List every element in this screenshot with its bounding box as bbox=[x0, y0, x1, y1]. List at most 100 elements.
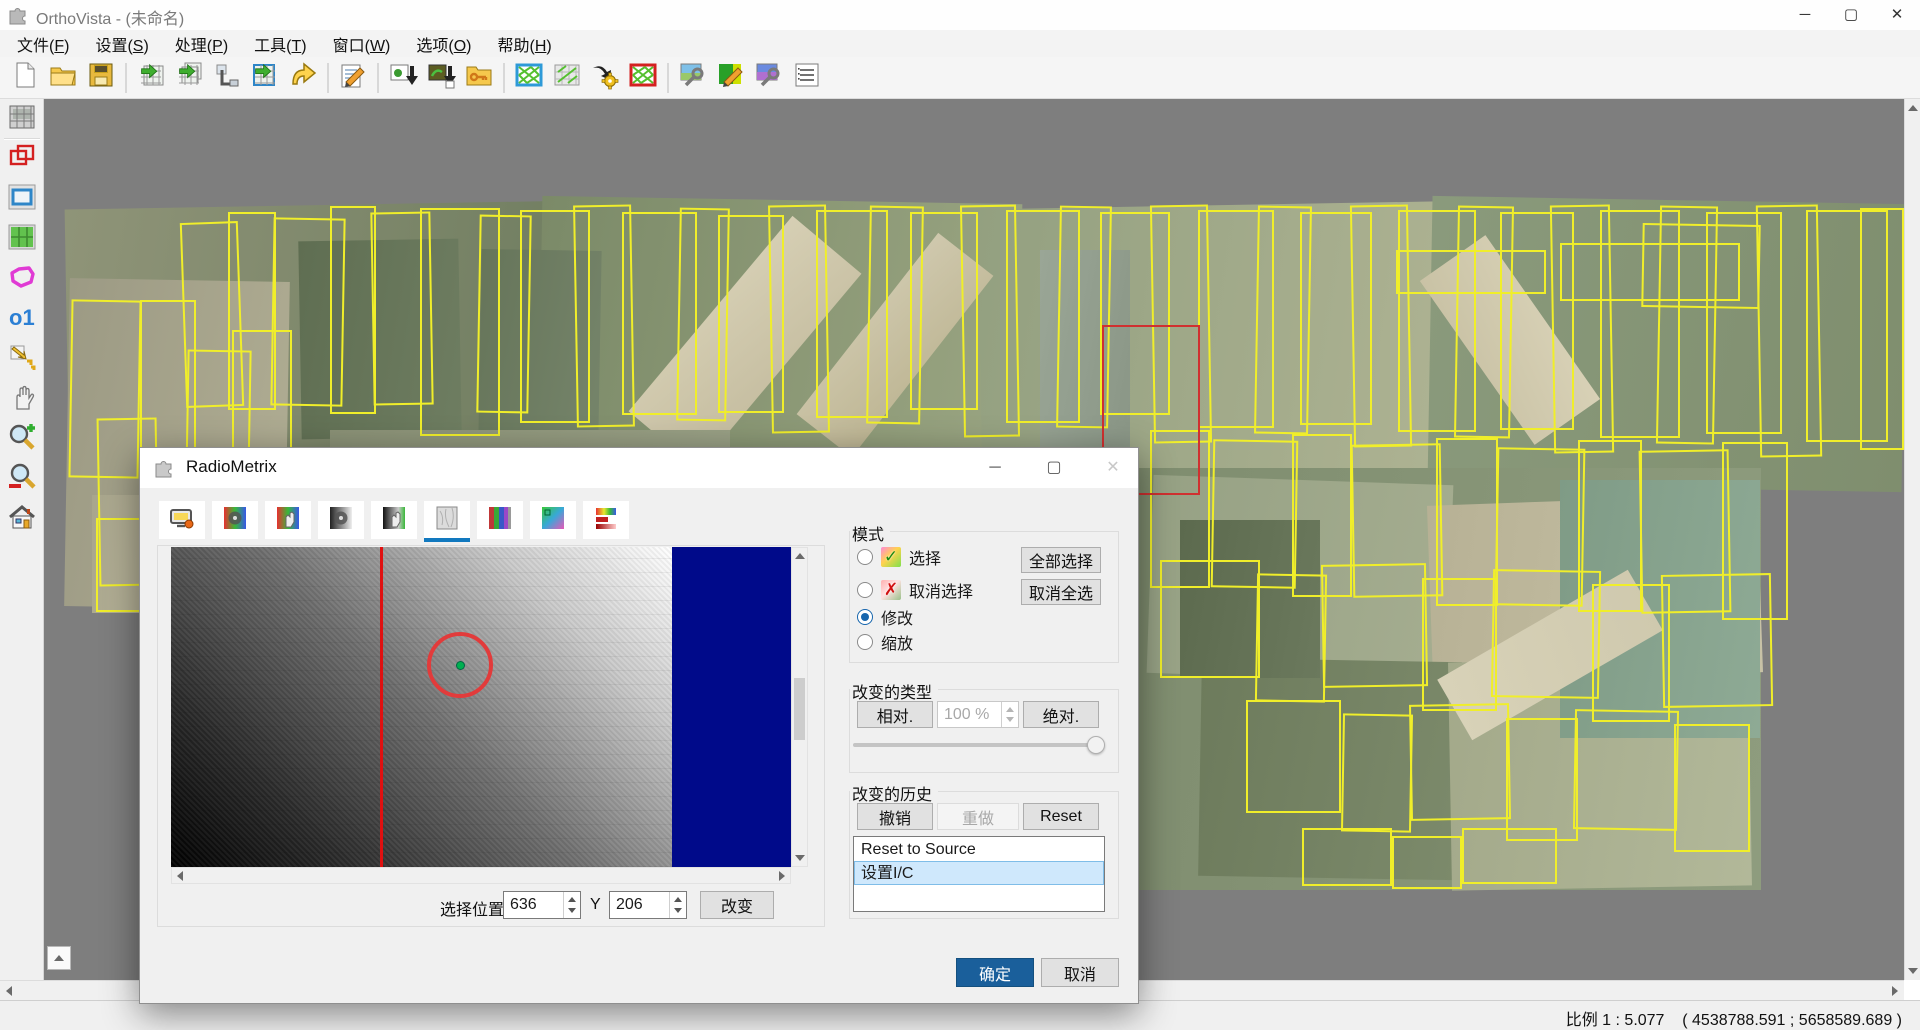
amount-slider[interactable] bbox=[853, 736, 1105, 754]
sidebar-tile-grid[interactable] bbox=[4, 221, 40, 257]
image-footprint[interactable] bbox=[1660, 573, 1774, 708]
percent-input[interactable]: 100 % bbox=[937, 701, 1019, 728]
image-footprint[interactable] bbox=[1396, 250, 1546, 294]
image-footprint[interactable] bbox=[1340, 713, 1414, 833]
cancel-button[interactable]: 取消 bbox=[1041, 958, 1119, 987]
mode-option-2[interactable]: ✗ 取消选择 bbox=[857, 578, 973, 602]
mode-option-1[interactable]: ✓ 选择 bbox=[857, 545, 941, 569]
history-list-item-1[interactable]: Reset to Source bbox=[854, 837, 1104, 861]
sidebar-mosaic-view[interactable] bbox=[4, 101, 40, 137]
radio-icon[interactable] bbox=[857, 634, 873, 650]
mode-option-4[interactable]: 缩放 bbox=[857, 630, 913, 654]
seam-edit-button[interactable] bbox=[624, 60, 662, 96]
image-footprint[interactable] bbox=[1506, 718, 1578, 841]
sidebar-footprints[interactable] bbox=[4, 141, 40, 177]
sidebar-zoom-fit[interactable] bbox=[4, 501, 40, 537]
image-adjust-button[interactable] bbox=[750, 60, 788, 96]
scroll-thumb[interactable] bbox=[794, 678, 805, 740]
scroll-left-icon[interactable] bbox=[172, 868, 188, 883]
report-list-button[interactable] bbox=[788, 60, 826, 96]
canvas-vertical-scrollbar[interactable] bbox=[791, 547, 808, 867]
image-footprint[interactable] bbox=[1462, 828, 1557, 884]
radio-icon[interactable] bbox=[857, 549, 873, 565]
position-y-input[interactable]: 206 bbox=[609, 891, 687, 919]
export-button[interactable] bbox=[284, 60, 322, 96]
close-button[interactable]: ✕ bbox=[1874, 0, 1920, 30]
menu-item-f[interactable]: 文件(F) bbox=[4, 30, 82, 58]
dialog-tab-1[interactable] bbox=[159, 501, 205, 539]
edit-project-button[interactable] bbox=[334, 60, 372, 96]
dialog-maximize-button[interactable]: ▢ bbox=[1031, 448, 1077, 488]
sidebar-pan[interactable] bbox=[4, 381, 40, 417]
change-button[interactable]: 改变 bbox=[700, 891, 774, 919]
dialog-tab-8[interactable] bbox=[530, 501, 576, 539]
relative-button[interactable]: 相对. bbox=[857, 701, 933, 728]
dialog-tab-2[interactable] bbox=[212, 501, 258, 539]
image-footprint[interactable] bbox=[1392, 836, 1462, 889]
image-footprint[interactable] bbox=[1860, 208, 1904, 450]
history-list[interactable]: Reset to Source 设置I/C bbox=[853, 836, 1105, 912]
undo-button[interactable]: 撤销 bbox=[857, 803, 933, 830]
image-footprint[interactable] bbox=[1674, 724, 1750, 852]
deselect-all-button[interactable]: 取消全选 bbox=[1021, 579, 1101, 605]
save-image-button[interactable] bbox=[384, 60, 422, 96]
position-x-input[interactable]: 636 bbox=[503, 891, 581, 919]
absolute-button[interactable]: 绝对. bbox=[1023, 701, 1099, 728]
image-footprint[interactable] bbox=[1246, 700, 1341, 813]
image-footprint[interactable] bbox=[1422, 578, 1497, 711]
sidebar-zoom-out[interactable] bbox=[4, 461, 40, 497]
keys-folder-button[interactable] bbox=[460, 60, 498, 96]
dialog-minimize-button[interactable]: ─ bbox=[972, 448, 1018, 488]
image-footprint[interactable] bbox=[1254, 573, 1328, 703]
import-image-button[interactable] bbox=[132, 60, 170, 96]
image-footprint[interactable] bbox=[1320, 563, 1429, 688]
image-tools-button[interactable] bbox=[674, 60, 712, 96]
sidebar-snap-corner[interactable] bbox=[4, 341, 40, 377]
minimize-button[interactable]: ─ bbox=[1782, 0, 1828, 30]
seam-view-button[interactable] bbox=[510, 60, 548, 96]
export-grid-button[interactable] bbox=[246, 60, 284, 96]
dialog-tab-3[interactable] bbox=[265, 501, 311, 539]
sidebar-polygon[interactable] bbox=[4, 261, 40, 297]
image-footprint[interactable] bbox=[1490, 569, 1602, 699]
sidebar-zoom-in[interactable] bbox=[4, 421, 40, 457]
dialog-tab-6[interactable] bbox=[424, 501, 470, 542]
menu-item-h[interactable]: 帮助(H) bbox=[485, 30, 565, 58]
reset-button[interactable]: Reset bbox=[1023, 803, 1099, 830]
scroll-up-icon[interactable] bbox=[1905, 99, 1920, 117]
dialog-tab-5[interactable] bbox=[371, 501, 417, 539]
import-images-button[interactable] bbox=[170, 60, 208, 96]
menu-item-t[interactable]: 工具(T) bbox=[241, 30, 319, 58]
history-list-item-3[interactable] bbox=[854, 885, 1104, 909]
seam-grid-button[interactable] bbox=[548, 60, 586, 96]
image-footprint[interactable] bbox=[1160, 560, 1260, 678]
redo-button[interactable]: 重做 bbox=[937, 803, 1019, 830]
scroll-left-icon[interactable] bbox=[0, 981, 18, 1000]
sidebar-ortho-1[interactable]: o1 bbox=[4, 301, 40, 337]
dialog-tab-4[interactable] bbox=[318, 501, 364, 539]
image-footprint[interactable] bbox=[1592, 584, 1670, 722]
slider-handle[interactable] bbox=[1087, 736, 1105, 754]
image-footprint[interactable] bbox=[1572, 709, 1680, 831]
image-footprint[interactable] bbox=[330, 206, 376, 414]
ok-button[interactable]: 确定 bbox=[956, 958, 1034, 987]
new-button[interactable] bbox=[6, 60, 44, 96]
scroll-down-icon[interactable] bbox=[1905, 962, 1920, 980]
menu-item-p[interactable]: 处理(P) bbox=[162, 30, 241, 58]
gradient-image[interactable] bbox=[171, 547, 672, 867]
fit-view-button[interactable] bbox=[47, 946, 71, 970]
add-reference-button[interactable] bbox=[208, 60, 246, 96]
dialog-close-button[interactable]: ✕ bbox=[1090, 448, 1136, 488]
image-footprint[interactable] bbox=[1641, 222, 1761, 310]
menu-item-o[interactable]: 选项(O) bbox=[403, 30, 484, 58]
menu-item-s[interactable]: 设置(S) bbox=[82, 30, 161, 58]
open-button[interactable] bbox=[44, 60, 82, 96]
scroll-down-icon[interactable] bbox=[792, 850, 807, 866]
dialog-tab-7[interactable] bbox=[477, 501, 523, 539]
scroll-right-icon[interactable] bbox=[1886, 981, 1904, 1000]
scroll-up-icon[interactable] bbox=[792, 548, 807, 564]
select-all-button[interactable]: 全部选择 bbox=[1021, 547, 1101, 573]
radiometry-edit-button[interactable] bbox=[712, 60, 750, 96]
mode-option-3[interactable]: 修改 bbox=[857, 605, 913, 629]
radio-icon[interactable] bbox=[857, 609, 873, 625]
